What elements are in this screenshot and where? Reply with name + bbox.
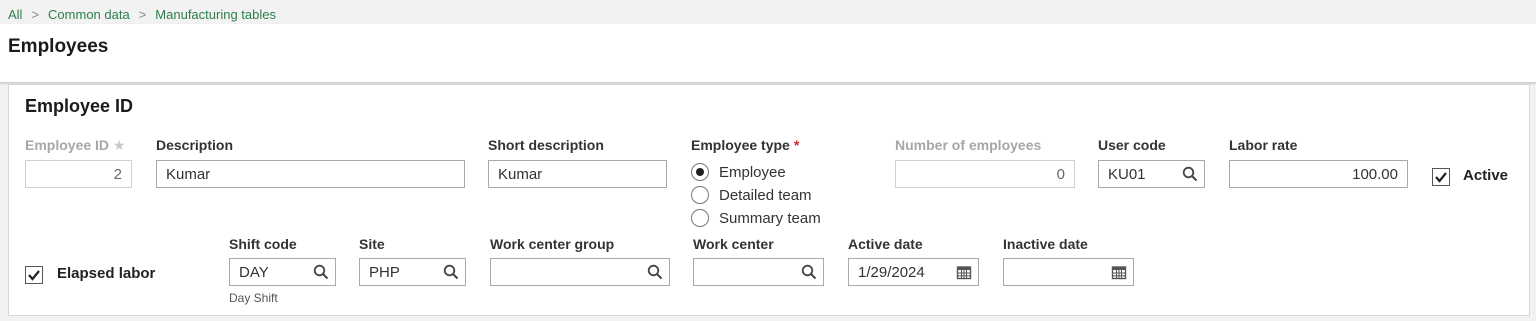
inactive-date-label: Inactive date bbox=[1003, 236, 1088, 252]
active-label: Active bbox=[1463, 167, 1509, 184]
active-date-label: Active date bbox=[848, 236, 923, 252]
breadcrumb-separator: > bbox=[138, 6, 147, 22]
description-field[interactable]: Kumar bbox=[156, 160, 465, 188]
page-title: Employees bbox=[8, 36, 109, 57]
shift-code-field[interactable]: DAY bbox=[229, 258, 336, 286]
breadcrumb-separator: > bbox=[31, 6, 40, 22]
work-center-group-field[interactable] bbox=[490, 258, 670, 286]
short-description-label: Short description bbox=[488, 137, 604, 153]
employee-id-section: Employee ID Employee ID ★ Description Sho… bbox=[8, 84, 1530, 316]
shift-code-description: Day Shift bbox=[229, 291, 278, 305]
active-checkbox[interactable] bbox=[1432, 168, 1450, 186]
checkmark-icon bbox=[1435, 172, 1447, 183]
employee-type-option-detailed-team[interactable]: Detailed team bbox=[691, 186, 812, 204]
breadcrumb-item-common-data[interactable]: Common data bbox=[48, 7, 130, 22]
description-label: Description bbox=[156, 137, 234, 153]
search-icon[interactable] bbox=[801, 264, 817, 280]
inactive-date-field[interactable] bbox=[1003, 258, 1134, 286]
work-center-field[interactable] bbox=[693, 258, 824, 286]
checkmark-icon bbox=[28, 270, 40, 281]
employee-id-label: Employee ID ★ bbox=[25, 137, 126, 153]
site-label: Site bbox=[359, 236, 385, 252]
employee-id-field: 2 bbox=[25, 160, 132, 188]
search-icon[interactable] bbox=[1182, 166, 1198, 182]
user-code-label: User code bbox=[1098, 137, 1166, 153]
elapsed-labor-label: Elapsed labor bbox=[57, 265, 156, 282]
employee-type-option-summary-team[interactable]: Summary team bbox=[691, 209, 821, 227]
breadcrumb: All > Common data > Manufacturing tables bbox=[0, 0, 1536, 24]
calendar-icon[interactable] bbox=[1111, 264, 1127, 280]
radio-unselected[interactable] bbox=[691, 186, 709, 204]
breadcrumb-item-all[interactable]: All bbox=[8, 7, 22, 22]
labor-rate-label: Labor rate bbox=[1229, 137, 1298, 153]
work-center-label: Work center bbox=[693, 236, 774, 252]
radio-unselected[interactable] bbox=[691, 209, 709, 227]
search-icon[interactable] bbox=[443, 264, 459, 280]
number-of-employees-field: 0 bbox=[895, 160, 1075, 188]
section-title: Employee ID bbox=[25, 96, 134, 116]
user-code-field[interactable]: KU01 bbox=[1098, 160, 1205, 188]
active-date-field[interactable]: 1/29/2024 bbox=[848, 258, 979, 286]
site-field[interactable]: PHP bbox=[359, 258, 466, 286]
shift-code-label: Shift code bbox=[229, 236, 297, 252]
number-of-employees-label: Number of employees bbox=[895, 137, 1042, 153]
breadcrumb-item-manufacturing-tables[interactable]: Manufacturing tables bbox=[155, 7, 276, 22]
page-header: Employees bbox=[0, 24, 1536, 83]
radio-selected[interactable] bbox=[691, 163, 709, 181]
elapsed-labor-checkbox[interactable] bbox=[25, 266, 43, 284]
search-icon[interactable] bbox=[647, 264, 663, 280]
employee-type-label: Employee type * bbox=[691, 137, 800, 153]
calendar-icon[interactable] bbox=[956, 264, 972, 280]
short-description-field[interactable]: Kumar bbox=[488, 160, 667, 188]
search-icon[interactable] bbox=[313, 264, 329, 280]
work-center-group-label: Work center group bbox=[490, 236, 615, 252]
employee-type-option-employee[interactable]: Employee bbox=[691, 163, 786, 181]
labor-rate-field[interactable]: 100.00 bbox=[1229, 160, 1408, 188]
